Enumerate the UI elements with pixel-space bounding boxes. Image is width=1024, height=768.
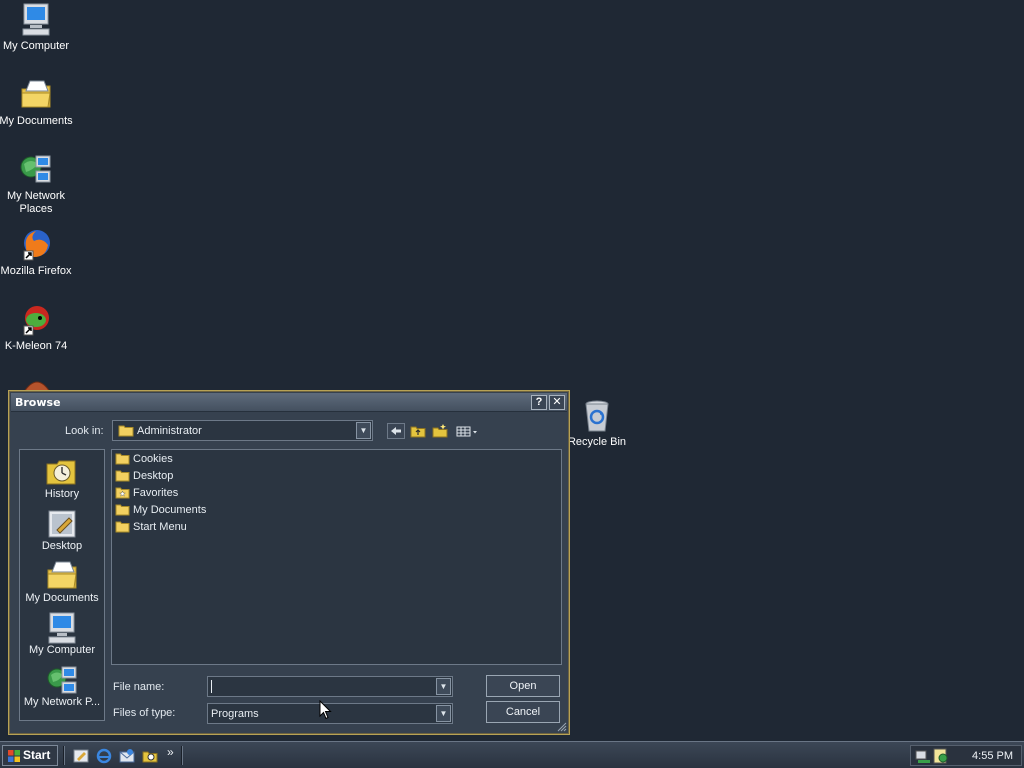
text-caret	[211, 680, 212, 693]
place-my-documents[interactable]: My Documents	[20, 560, 104, 604]
view-menu-icon[interactable]	[455, 423, 481, 439]
place-my-computer[interactable]: My Computer	[20, 612, 104, 656]
chevron-down-icon[interactable]: ▼	[436, 678, 451, 695]
places-bar: History Desktop My Documents My Computer…	[19, 449, 105, 721]
file-name: Desktop	[133, 470, 174, 482]
list-item[interactable]: My Documents	[115, 503, 206, 519]
history-icon	[46, 460, 76, 485]
look-in-dropdown[interactable]: Administrator ▼	[112, 420, 373, 441]
start-label: Start	[23, 748, 51, 762]
quick-launch-more[interactable]: »	[167, 745, 174, 759]
folder-icon	[115, 453, 130, 465]
desktop-icon-my-network-places[interactable]: My Network Places	[0, 152, 75, 216]
desktop-icon-label: My Network Places	[6, 190, 66, 215]
up-folder-icon[interactable]	[409, 423, 427, 439]
computer-icon	[48, 612, 76, 644]
place-label: Desktop	[41, 540, 83, 552]
file-name-label: File name:	[113, 681, 165, 693]
desktop-icon-k-meleon[interactable]: K-Meleon 74	[0, 302, 75, 353]
windows-flag-icon	[8, 750, 20, 762]
task-scheduler-tray-icon[interactable]	[933, 748, 949, 764]
favorites-folder-icon	[115, 487, 130, 499]
documents-folder-icon	[47, 561, 77, 589]
file-name: Start Menu	[133, 521, 187, 533]
place-label: My Network P...	[23, 696, 101, 708]
desktop-icon-label: My Computer	[2, 40, 70, 52]
help-button[interactable]: ?	[531, 395, 547, 410]
desktop-icon-my-documents[interactable]: My Documents	[0, 77, 75, 128]
dialog-titlebar[interactable]: Browse ? ✕	[11, 393, 567, 412]
desktop-icon-label: My Documents	[0, 115, 73, 127]
file-list[interactable]: Cookies Desktop Favorites My Documents S…	[111, 449, 562, 665]
kmeleon-icon	[23, 306, 49, 336]
desktop-icon-my-computer[interactable]: My Computer	[0, 2, 75, 53]
folder-icon	[115, 521, 130, 533]
place-desktop[interactable]: Desktop	[20, 508, 104, 552]
start-button[interactable]: Start	[2, 745, 58, 766]
desktop-icon-label: Mozilla Firefox	[0, 265, 72, 277]
taskbar: Start » 4:55 PM	[0, 741, 1024, 768]
chevron-down-icon[interactable]: ▼	[436, 705, 451, 722]
system-tray: 4:55 PM	[910, 745, 1022, 766]
resize-grip-icon[interactable]	[556, 721, 567, 732]
back-arrow-icon[interactable]	[387, 423, 405, 439]
computer-icon	[22, 3, 50, 36]
recycle-bin-icon	[585, 400, 609, 432]
list-item[interactable]: Favorites	[115, 486, 178, 502]
desktop-icon	[48, 510, 76, 538]
folder-search-icon[interactable]	[142, 748, 158, 764]
file-name: Cookies	[133, 453, 173, 465]
file-name-field[interactable]: ▼	[207, 676, 453, 697]
place-label: History	[44, 488, 80, 500]
mouse-cursor-icon	[319, 700, 332, 720]
documents-folder-icon	[21, 80, 51, 108]
folder-icon	[118, 425, 134, 437]
outlook-express-icon[interactable]	[119, 748, 135, 764]
place-label: My Documents	[25, 592, 99, 604]
dialog-title: Browse	[15, 396, 61, 409]
folder-icon	[115, 470, 130, 482]
files-of-type-value: Programs	[211, 708, 259, 720]
cancel-button[interactable]: Cancel	[486, 701, 560, 723]
file-name: My Documents	[133, 504, 207, 516]
list-item[interactable]: Cookies	[115, 452, 173, 468]
network-places-icon	[20, 155, 51, 183]
network-tray-icon[interactable]	[915, 748, 931, 764]
internet-explorer-icon[interactable]	[96, 748, 112, 764]
network-places-icon	[47, 666, 77, 694]
files-of-type-label: Files of type:	[113, 707, 176, 719]
place-label: My Computer	[28, 644, 96, 656]
look-in-value: Administrator	[137, 425, 202, 437]
firefox-icon	[23, 230, 50, 261]
desktop-icon-label: K-Meleon 74	[4, 340, 68, 352]
browse-dialog: Browse ? ✕ Look in: Administrator ▼ Hist…	[8, 390, 570, 735]
folder-icon	[115, 504, 130, 516]
list-item[interactable]: Desktop	[115, 469, 173, 485]
show-desktop-icon[interactable]	[73, 748, 89, 764]
file-name: Favorites	[133, 487, 179, 499]
desktop-icon-mozilla-firefox[interactable]: Mozilla Firefox	[0, 227, 75, 278]
close-button[interactable]: ✕	[549, 395, 565, 410]
open-button[interactable]: Open	[486, 675, 560, 697]
taskbar-separator	[181, 746, 183, 765]
taskbar-separator	[63, 746, 65, 765]
place-history[interactable]: History	[20, 456, 104, 500]
chevron-down-icon[interactable]: ▼	[356, 422, 371, 439]
place-my-network[interactable]: My Network P...	[20, 664, 104, 708]
clock[interactable]: 4:55 PM	[972, 750, 1013, 762]
look-in-label: Look in:	[65, 425, 104, 437]
new-folder-icon[interactable]	[431, 423, 449, 439]
list-item[interactable]: Start Menu	[115, 520, 187, 536]
